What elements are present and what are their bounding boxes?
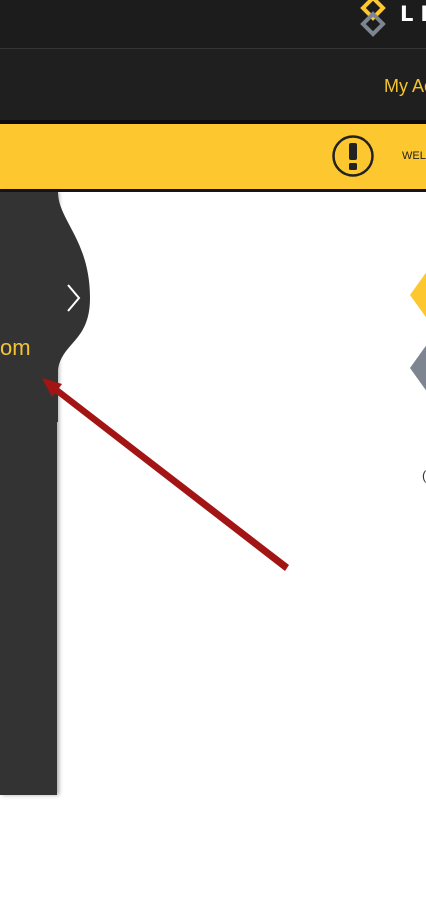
alert-banner: WEL: [0, 124, 426, 189]
alert-message: WEL: [402, 150, 426, 162]
my-account-link[interactable]: My Ac: [384, 76, 426, 97]
logo-shapes-partial: [410, 272, 426, 391]
nav-bar: My Ac: [0, 48, 426, 120]
top-bar: LI: [0, 0, 426, 48]
sidebar-toggle-tab[interactable]: [0, 192, 110, 422]
partial-text: (: [422, 468, 426, 483]
logo-text: LI: [400, 2, 426, 26]
sidebar-label[interactable]: om: [0, 335, 31, 361]
page: LI My Ac WEL om (: [0, 0, 426, 898]
exclamation-circle-icon: [332, 135, 374, 177]
